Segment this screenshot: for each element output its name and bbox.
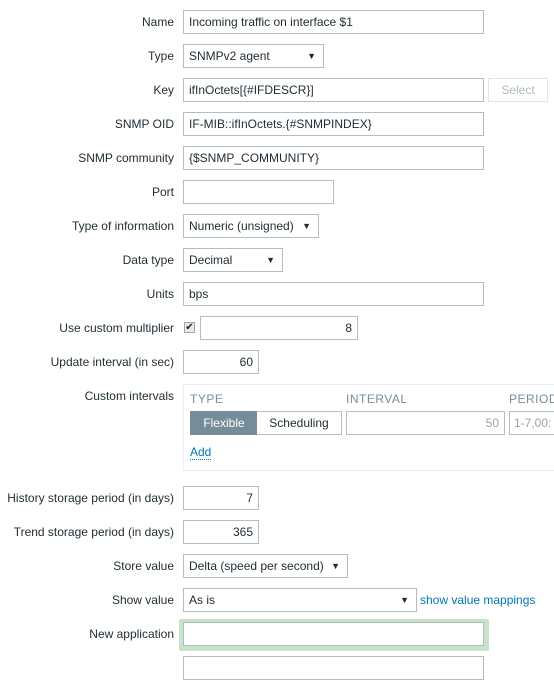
type-select[interactable]: SNMPv2 agent ▼ [183, 44, 324, 68]
checkmark-icon: ✔ [185, 322, 194, 333]
new-application-label: New application [89, 627, 174, 641]
type-select-value: SNMPv2 agent [189, 49, 270, 63]
units-label: Units [146, 287, 174, 301]
chevron-down-icon: ▼ [331, 561, 340, 571]
update-interval-input[interactable]: 60 [183, 350, 259, 374]
snmp-oid-label: SNMP OID [114, 117, 174, 131]
interval-type-flexible-button[interactable]: Flexible [190, 411, 258, 435]
key-input[interactable]: ifInOctets[{#IFDESCR}] [183, 78, 484, 102]
type-of-information-label: Type of information [71, 219, 174, 233]
type-label: Type [147, 49, 174, 63]
type-of-information-value: Numeric (unsigned) [189, 219, 294, 233]
key-select-button[interactable]: Select [488, 78, 548, 102]
name-input[interactable]: Incoming traffic on interface $1 [183, 10, 484, 34]
chevron-down-icon: ▼ [400, 595, 409, 605]
name-label: Name [141, 15, 174, 29]
update-interval-label: Update interval (in sec) [50, 355, 174, 369]
snmp-community-input[interactable]: {$SNMP_COMMUNITY} [183, 146, 484, 170]
history-label: History storage period (in days) [7, 491, 174, 505]
column-header-type: TYPE [190, 392, 224, 406]
custom-multiplier-label: Use custom multiplier [59, 321, 174, 335]
snmp-oid-input[interactable]: IF-MIB::ifInOctets.{#SNMPINDEX} [183, 112, 484, 136]
snmp-community-label: SNMP community [78, 151, 174, 165]
column-header-interval: INTERVAL [346, 392, 408, 406]
custom-multiplier-checkbox[interactable]: ✔ [184, 322, 195, 333]
column-header-period: PERIOD [509, 392, 554, 406]
store-value-select[interactable]: Delta (speed per second) ▼ [183, 554, 348, 578]
show-value-select[interactable]: As is ▼ [183, 588, 417, 612]
store-value-label: Store value [113, 559, 174, 573]
store-value-value: Delta (speed per second) [189, 559, 324, 573]
key-label: Key [153, 83, 174, 97]
port-input[interactable] [183, 180, 334, 204]
chevron-down-icon: ▼ [266, 255, 275, 265]
interval-type-scheduling-button[interactable]: Scheduling [257, 411, 342, 435]
port-label: Port [151, 185, 174, 199]
interval-input[interactable]: 50 [346, 411, 505, 435]
data-type-label: Data type [122, 253, 174, 267]
show-value-mappings-link[interactable]: show value mappings [420, 593, 535, 607]
period-input[interactable]: 1-7,00: [509, 411, 554, 435]
data-type-value: Decimal [189, 253, 233, 267]
custom-multiplier-input[interactable]: 8 [200, 316, 358, 340]
show-value-label: Show value [111, 593, 174, 607]
next-field-partial[interactable] [183, 656, 484, 680]
trend-label: Trend storage period (in days) [13, 525, 174, 539]
data-type-select[interactable]: Decimal ▼ [183, 248, 283, 272]
custom-intervals-table: TYPE INTERVAL PERIOD Flexible Scheduling… [183, 384, 554, 471]
custom-intervals-label: Custom intervals [84, 389, 174, 403]
new-application-input[interactable] [183, 622, 484, 646]
chevron-down-icon: ▼ [302, 221, 311, 231]
units-input[interactable]: bps [183, 282, 484, 306]
chevron-down-icon: ▼ [307, 51, 316, 61]
history-input[interactable]: 7 [183, 486, 259, 510]
show-value-value: As is [189, 593, 216, 607]
type-of-information-select[interactable]: Numeric (unsigned) ▼ [183, 214, 319, 238]
trend-input[interactable]: 365 [183, 520, 259, 544]
add-interval-link[interactable]: Add [190, 446, 212, 460]
